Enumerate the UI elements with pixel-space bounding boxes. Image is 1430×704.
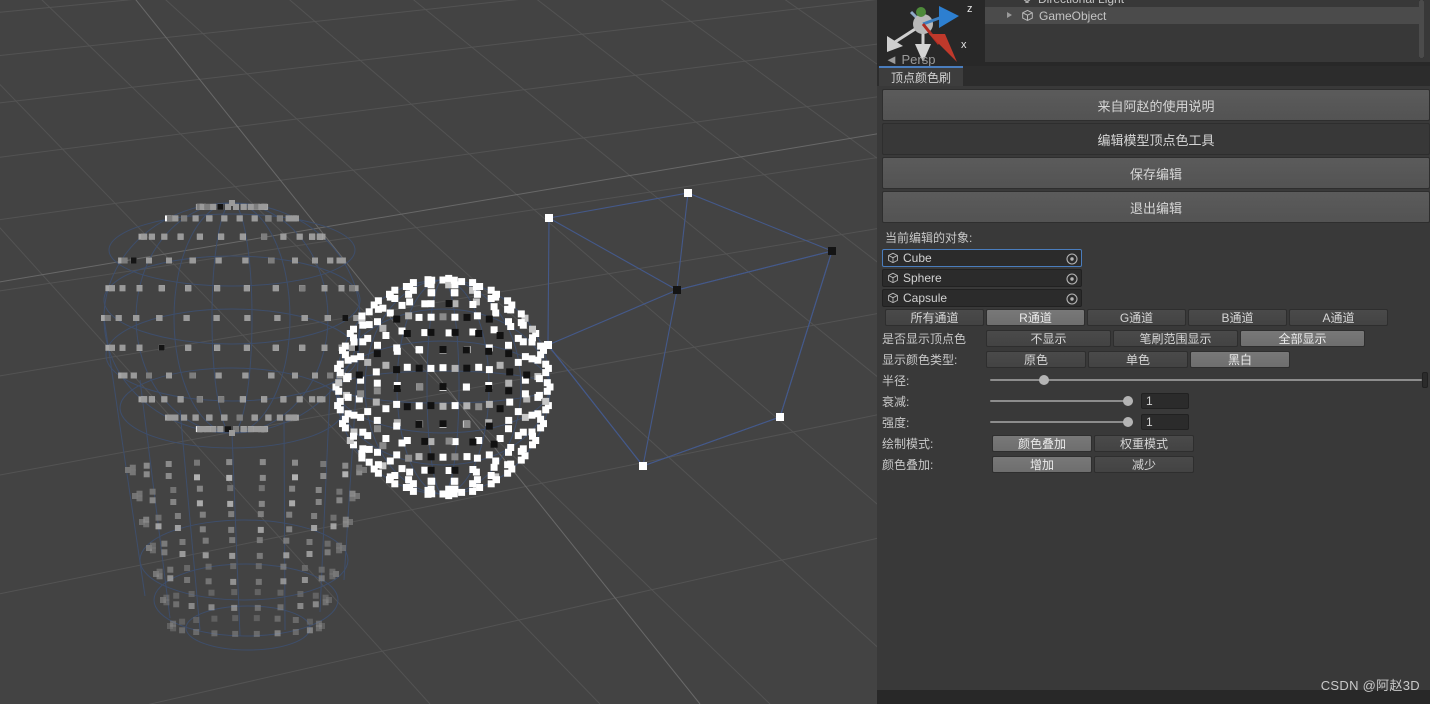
color-blend-option-2[interactable]: 减少 xyxy=(1094,455,1194,473)
tab-vertex-color-brush[interactable]: 顶点颜色刷 xyxy=(879,66,964,86)
slider-value-field-1[interactable]: 1 xyxy=(1141,393,1189,409)
color-display-type-option-3[interactable]: 黑白 xyxy=(1190,350,1290,368)
draw-mode-option-2[interactable]: 权重模式 xyxy=(1094,434,1194,452)
show-vertex-color-option-2[interactable]: 笔刷范围显示 xyxy=(1113,329,1238,347)
channel-button-row: 所有通道 R通道 G通道 B通道 A通道 xyxy=(885,309,1428,326)
slider-track-0[interactable] xyxy=(990,375,1422,385)
color-blend-options: 增加 减少 xyxy=(992,455,1196,473)
show-vertex-color-option-1[interactable]: 不显示 xyxy=(986,329,1111,347)
color-display-type-label: 显示颜色类型: xyxy=(882,352,958,367)
slider-2[interactable] xyxy=(986,417,1141,427)
vertex-color-brush-panel: 顶点颜色刷 来自阿赵的使用说明 编辑模型顶点色工具 保存编辑 退出编辑 当前编辑… xyxy=(877,66,1430,690)
show-vertex-color-options: 不显示 笔刷范围显示 全部显示 xyxy=(986,329,1367,347)
panel-tabbar: 顶点颜色刷 xyxy=(877,66,1430,86)
object-field-list: Cube Sphere Capsule xyxy=(882,249,1428,307)
channel-button-2[interactable]: R通道 xyxy=(986,309,1085,326)
channel-button-5[interactable]: A通道 xyxy=(1289,309,1388,326)
current-object-label: 当前编辑的对象: xyxy=(885,231,973,245)
panel-body: 来自阿赵的使用说明 编辑模型顶点色工具 保存编辑 退出编辑 当前编辑的对象: C… xyxy=(877,86,1430,690)
color-blend-label: 颜色叠加: xyxy=(882,457,934,472)
slider-knob-0[interactable] xyxy=(1039,375,1049,385)
color-blend-row: 颜色叠加: 增加 减少 xyxy=(882,454,1428,474)
slider-rows: 半径: 0.27000 衰减: 1 强度: 1 xyxy=(882,370,1428,432)
object-field-label: Cube xyxy=(903,251,932,265)
show-vertex-color-label: 是否显示顶点色 xyxy=(882,331,967,346)
camera-projection-label[interactable]: ◄ Persp xyxy=(885,52,935,67)
draw-mode-row: 绘制模式: 颜色叠加 权重模式 xyxy=(882,433,1428,453)
slider-label-1: 衰减: xyxy=(882,394,910,409)
light-icon xyxy=(1021,0,1033,5)
persp-arrow-icon: ◄ xyxy=(885,52,898,67)
slider-track-2[interactable] xyxy=(990,417,1133,427)
cube-icon xyxy=(887,252,899,264)
slider-row-2: 强度: 1 xyxy=(882,412,1428,432)
slider-track-1[interactable] xyxy=(990,396,1133,406)
exit-edit-button[interactable]: 退出编辑 xyxy=(882,191,1430,223)
channel-button-3[interactable]: G通道 xyxy=(1087,309,1186,326)
chevron-right-icon[interactable] xyxy=(1007,12,1012,18)
draw-mode-label: 绘制模式: xyxy=(882,436,934,451)
color-display-type-options: 原色 单色 黑白 xyxy=(986,350,1292,368)
svg-text:z: z xyxy=(967,3,973,15)
draw-mode-options: 颜色叠加 权重模式 xyxy=(992,434,1196,452)
object-field-capsule[interactable]: Capsule xyxy=(882,289,1082,307)
color-display-type-option-1[interactable]: 原色 xyxy=(986,350,1086,368)
svg-text:x: x xyxy=(961,39,967,51)
scene-viewport[interactable] xyxy=(0,0,877,704)
object-picker-icon[interactable] xyxy=(1066,253,1078,265)
channel-button-1[interactable]: 所有通道 xyxy=(885,309,984,326)
slider-value-field-0[interactable]: 0.27000 xyxy=(1422,372,1428,388)
slider-0[interactable] xyxy=(986,375,1422,385)
cube-icon xyxy=(887,292,899,304)
slider-1[interactable] xyxy=(986,396,1141,406)
channel-button-4[interactable]: B通道 xyxy=(1188,309,1287,326)
color-display-type-row: 显示颜色类型: 原色 单色 黑白 xyxy=(882,349,1428,369)
hierarchy-row-gameobject[interactable]: GameObject xyxy=(985,7,1424,24)
object-field-cube[interactable]: Cube xyxy=(882,249,1082,267)
object-field-sphere[interactable]: Sphere xyxy=(882,269,1082,287)
watermark: CSDN @阿赵3D xyxy=(1320,678,1420,693)
hierarchy-row-label: GameObject xyxy=(1039,8,1107,23)
edit-vertex-color-tool-button[interactable]: 编辑模型顶点色工具 xyxy=(882,123,1430,155)
cube-icon xyxy=(1021,9,1034,22)
slider-label-2: 强度: xyxy=(882,415,910,430)
object-picker-icon[interactable] xyxy=(1066,273,1078,285)
object-picker-icon[interactable] xyxy=(1066,293,1078,305)
slider-knob-1[interactable] xyxy=(1123,396,1133,406)
object-field-label: Capsule xyxy=(903,291,948,305)
scene-view-gizmo[interactable]: z x ◄ Persp xyxy=(877,0,985,70)
slider-row-1: 衰减: 1 xyxy=(882,391,1428,411)
draw-mode-option-1[interactable]: 颜色叠加 xyxy=(992,434,1092,452)
show-vertex-color-row: 是否显示顶点色 不显示 笔刷范围显示 全部显示 xyxy=(882,328,1428,348)
show-vertex-color-option-3[interactable]: 全部显示 xyxy=(1240,329,1365,347)
cube-icon xyxy=(887,272,899,284)
hierarchy-row-directional-light[interactable]: Directional Light xyxy=(985,0,1424,7)
hierarchy-scrollbar-thumb[interactable] xyxy=(1419,0,1424,58)
save-edit-button[interactable]: 保存编辑 xyxy=(882,157,1430,189)
hierarchy-row-label: Directional Light xyxy=(1038,0,1124,6)
slider-row-0: 半径: 0.27000 xyxy=(882,370,1428,390)
color-display-type-option-2[interactable]: 单色 xyxy=(1088,350,1188,368)
hierarchy-scrollbar-track[interactable] xyxy=(1419,0,1424,58)
slider-value-field-2[interactable]: 1 xyxy=(1141,414,1189,430)
object-field-label: Sphere xyxy=(903,271,942,285)
slider-knob-2[interactable] xyxy=(1123,417,1133,427)
hierarchy-panel[interactable]: Directional Light GameObject xyxy=(985,0,1430,62)
instructions-button[interactable]: 来自阿赵的使用说明 xyxy=(882,89,1430,121)
color-blend-option-1[interactable]: 增加 xyxy=(992,455,1092,473)
slider-label-0: 半径: xyxy=(882,373,910,388)
scene-render xyxy=(0,0,877,704)
